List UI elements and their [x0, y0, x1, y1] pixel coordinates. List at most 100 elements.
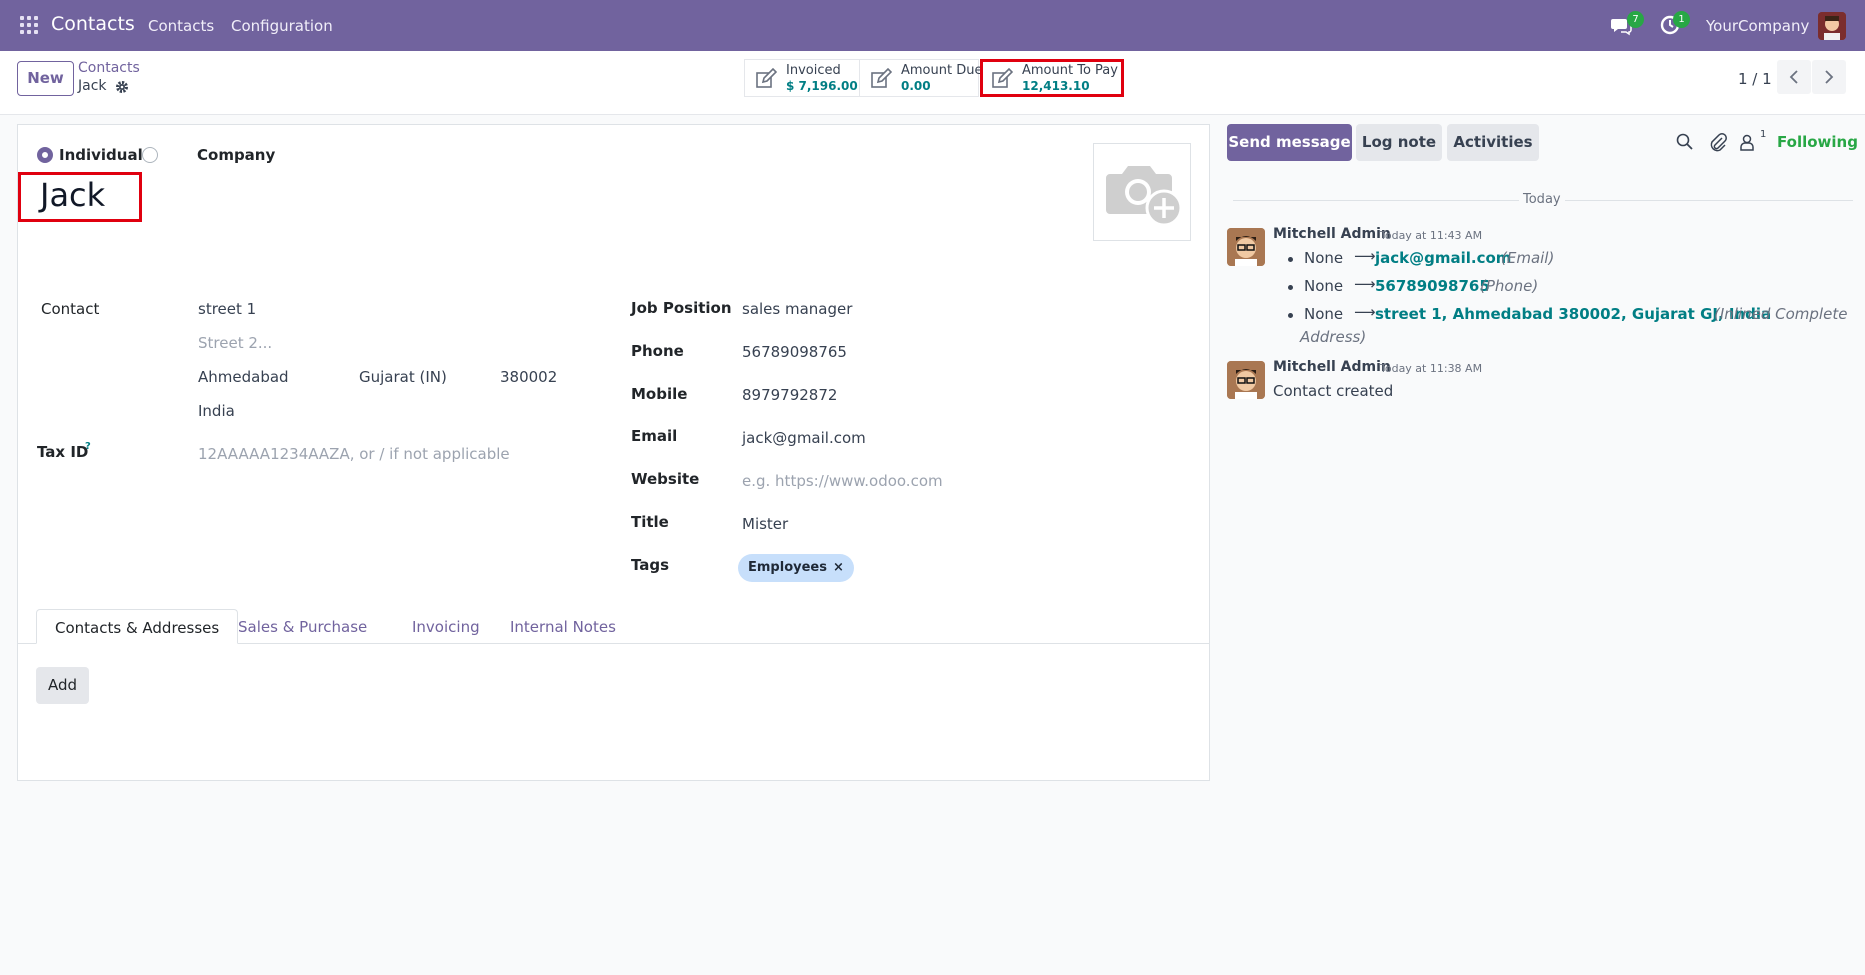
- street2-field[interactable]: Street 2...: [198, 334, 272, 352]
- message-body: Contact created: [1273, 382, 1394, 400]
- mobile-label: Mobile: [631, 385, 688, 403]
- old-value: None: [1304, 305, 1344, 323]
- individual-radio[interactable]: [37, 147, 53, 163]
- new-value: jack@gmail.com: [1375, 249, 1512, 267]
- paperclip-icon[interactable]: [1708, 132, 1728, 152]
- activities-button[interactable]: Activities: [1447, 124, 1539, 161]
- field-name-continued: Address): [1300, 328, 1367, 346]
- edit-icon: [991, 67, 1014, 90]
- stat-label: Amount To Pay: [1022, 63, 1118, 78]
- tab-invoicing[interactable]: Invoicing: [394, 609, 498, 644]
- add-contact-button[interactable]: Add: [36, 667, 89, 704]
- search-icon[interactable]: [1675, 132, 1695, 152]
- stat-value: 0.00: [901, 79, 931, 93]
- old-value: None: [1304, 249, 1344, 267]
- phone-field[interactable]: 56789098765: [742, 343, 847, 361]
- individual-label[interactable]: Individual: [59, 146, 143, 164]
- zip-field[interactable]: 380002: [500, 368, 557, 386]
- edit-icon: [870, 67, 893, 90]
- list-bullet: [1288, 285, 1293, 290]
- field-name: (Email): [1501, 249, 1555, 267]
- job-position-field[interactable]: sales manager: [742, 300, 852, 318]
- pager-previous-button[interactable]: [1777, 60, 1811, 94]
- city-field[interactable]: Ahmedabad: [198, 368, 289, 386]
- menu-contacts[interactable]: Contacts: [148, 17, 214, 35]
- pager-next-button[interactable]: [1812, 60, 1846, 94]
- title-label: Title: [631, 513, 669, 531]
- user-avatar[interactable]: [1818, 12, 1846, 40]
- messages-count-badge: 7: [1627, 11, 1644, 28]
- arrow-right-icon: ⟶: [1354, 247, 1376, 265]
- control-panel: New Contacts Jack Invoiced $ 7,196.00 Am…: [0, 51, 1865, 115]
- form-sheet: Individual Company Jack Contact street 1…: [17, 124, 1210, 781]
- author-avatar[interactable]: [1227, 228, 1265, 266]
- menu-configuration[interactable]: Configuration: [231, 17, 333, 35]
- breadcrumb-contacts[interactable]: Contacts: [78, 60, 140, 76]
- activities-count-badge: 1: [1673, 11, 1690, 28]
- old-value: None: [1304, 277, 1344, 295]
- camera-add-icon: [1106, 166, 1183, 227]
- pager-value[interactable]: 1 / 1: [1738, 70, 1772, 88]
- list-bullet: [1288, 257, 1293, 262]
- mobile-field[interactable]: 8979792872: [742, 386, 837, 404]
- tab-internal-notes[interactable]: Internal Notes: [492, 609, 634, 644]
- contact-label: Contact: [41, 300, 100, 318]
- stat-label: Amount Due: [901, 63, 983, 78]
- field-name: (Phone): [1480, 277, 1539, 295]
- tag-employees: Employees ×: [738, 554, 854, 582]
- followers-user-icon[interactable]: [1738, 132, 1758, 152]
- following-button[interactable]: Following: [1777, 133, 1858, 151]
- company-switcher[interactable]: YourCompany: [1706, 17, 1809, 35]
- country-field[interactable]: India: [198, 402, 235, 420]
- log-note-button[interactable]: Log note: [1356, 124, 1442, 161]
- arrow-right-icon: ⟶: [1354, 275, 1376, 293]
- message-author[interactable]: Mitchell Admin: [1273, 226, 1391, 242]
- author-avatar[interactable]: [1227, 361, 1265, 399]
- tax-id-field[interactable]: 12AAAAA1234AAZA, or / if not applicable: [198, 445, 510, 463]
- edit-icon: [755, 67, 778, 90]
- tag-label: Employees: [748, 560, 827, 575]
- job-position-label: Job Position: [631, 299, 732, 317]
- apps-menu-icon[interactable]: [20, 16, 38, 34]
- arrow-right-icon: ⟶: [1354, 303, 1376, 321]
- street-field[interactable]: street 1: [198, 300, 256, 318]
- amount-due-stat-button[interactable]: Amount Due 0.00: [859, 59, 983, 97]
- partner-name-field[interactable]: Jack: [40, 176, 105, 214]
- tax-id-label: Tax ID: [37, 443, 89, 461]
- app-name[interactable]: Contacts: [51, 13, 135, 35]
- message-time: Today at 11:38 AM: [1380, 362, 1483, 375]
- field-name: (Inlined Complete: [1714, 305, 1848, 323]
- company-label[interactable]: Company: [197, 146, 275, 164]
- email-label: Email: [631, 427, 678, 445]
- message-author[interactable]: Mitchell Admin: [1273, 359, 1391, 375]
- state-field[interactable]: Gujarat (IN): [359, 368, 447, 386]
- message-time: Today at 11:43 AM: [1380, 229, 1483, 242]
- help-tooltip-icon[interactable]: ?: [85, 441, 91, 452]
- stat-value: $ 7,196.00: [786, 79, 858, 93]
- followers-count: 1: [1760, 129, 1767, 140]
- website-field[interactable]: e.g. https://www.odoo.com: [742, 472, 943, 490]
- tags-label: Tags: [631, 556, 670, 574]
- top-navbar: Contacts Contacts Configuration 7 1 Your…: [0, 0, 1865, 51]
- list-bullet: [1288, 313, 1293, 318]
- email-field[interactable]: jack@gmail.com: [742, 429, 866, 447]
- invoiced-stat-button[interactable]: Invoiced $ 7,196.00: [744, 59, 860, 97]
- new-value: 56789098765: [1375, 277, 1490, 295]
- new-button[interactable]: New: [17, 61, 74, 96]
- photo-upload[interactable]: [1093, 143, 1191, 241]
- tab-contacts-addresses[interactable]: Contacts & Addresses: [36, 609, 239, 644]
- breadcrumb-current: Jack: [78, 78, 107, 94]
- stat-value: 12,413.10: [1022, 79, 1090, 93]
- date-separator: Today: [1519, 192, 1565, 207]
- tab-sales-purchase[interactable]: Sales & Purchase: [220, 609, 385, 644]
- tag-remove-icon[interactable]: ×: [833, 560, 844, 575]
- stat-label: Invoiced: [786, 63, 841, 78]
- gear-icon[interactable]: [115, 80, 129, 94]
- company-radio[interactable]: [142, 147, 158, 163]
- phone-label: Phone: [631, 342, 684, 360]
- send-message-button[interactable]: Send message: [1227, 124, 1352, 161]
- new-value: street 1, Ahmedabad 380002, Gujarat GJ, …: [1375, 305, 1772, 323]
- website-label: Website: [631, 470, 700, 488]
- title-field[interactable]: Mister: [742, 515, 788, 533]
- amount-to-pay-stat-button[interactable]: Amount To Pay 12,413.10: [980, 59, 1124, 97]
